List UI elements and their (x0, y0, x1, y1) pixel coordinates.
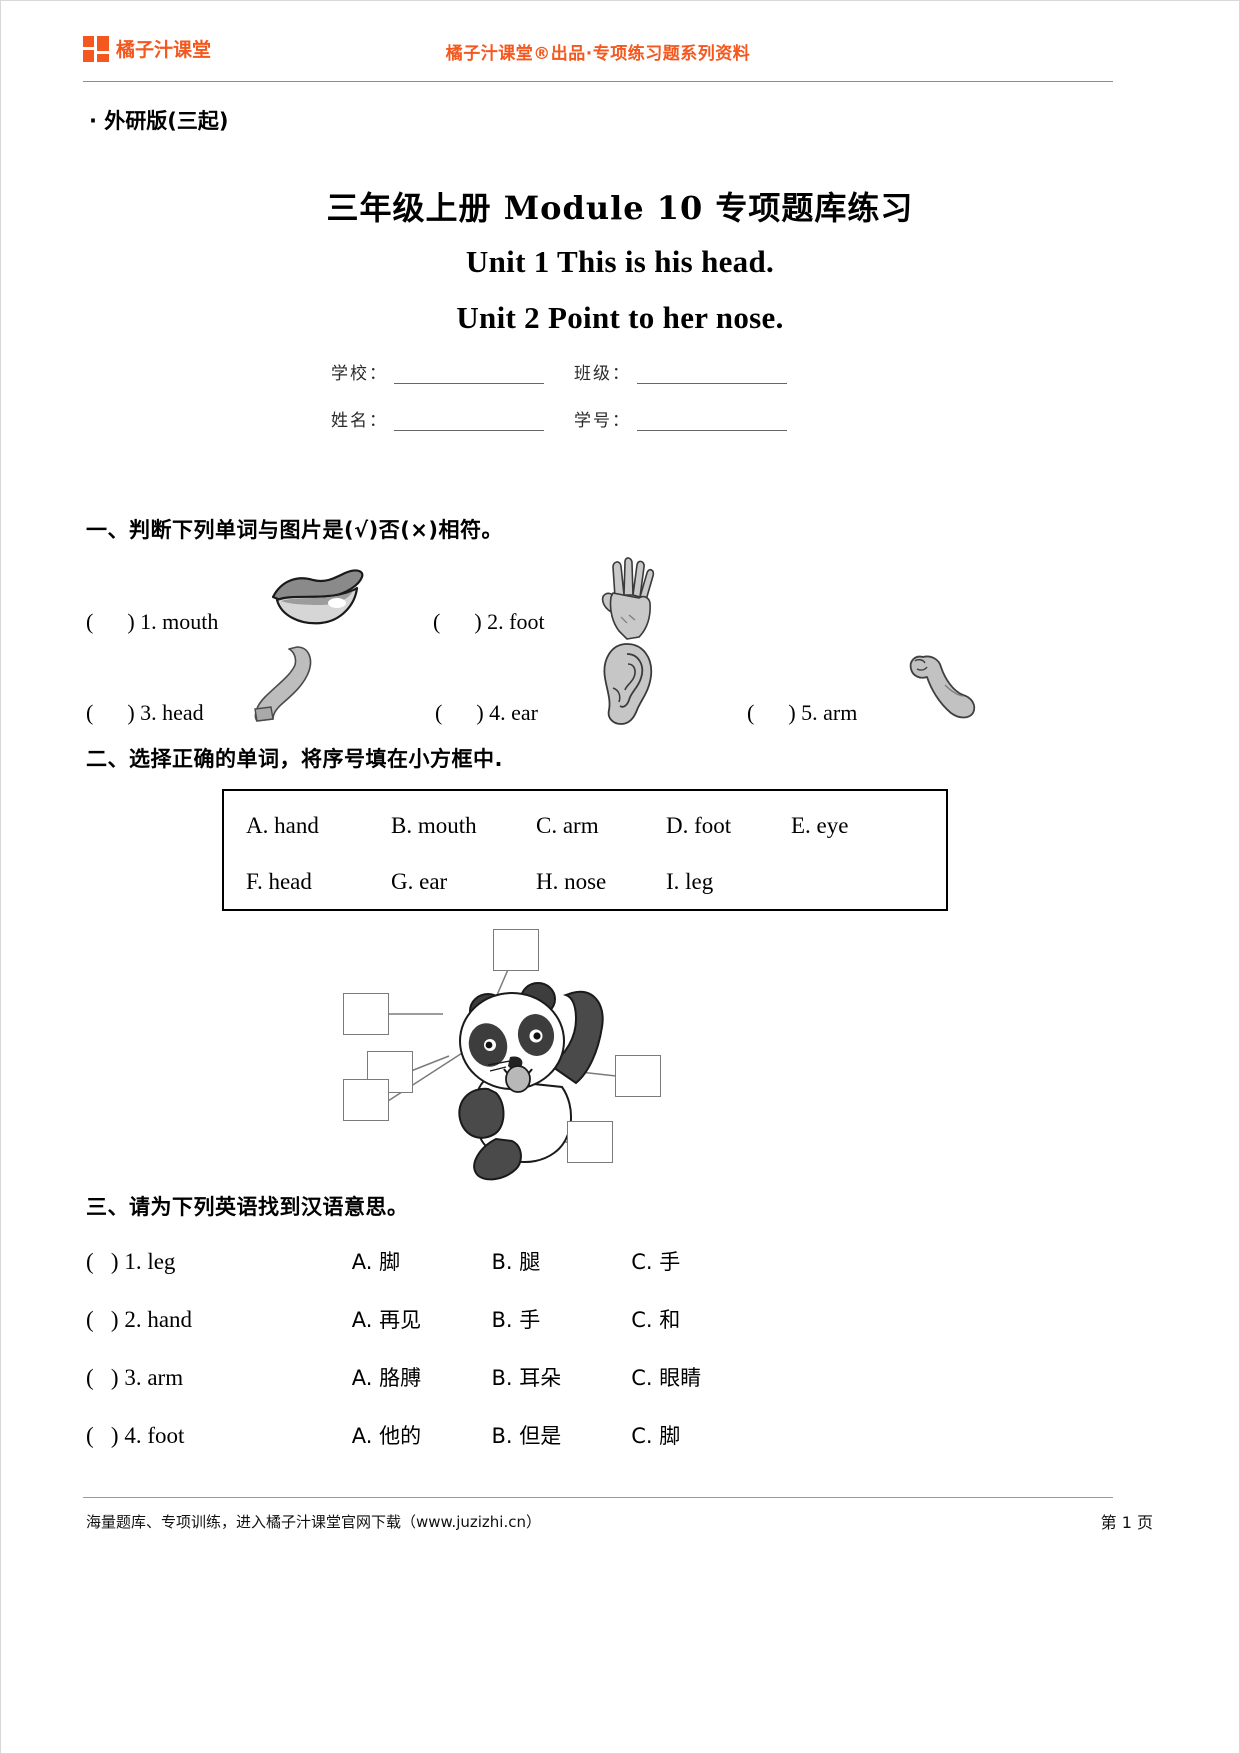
info-row-1: 学校： 班级： (331, 359, 801, 384)
match-1-option-b[interactable]: B. 腿 (492, 1246, 626, 1276)
page-number-label: 第 1 页 (1100, 1513, 1153, 1532)
question-5-num: 5. (801, 700, 818, 725)
word-bank-row-1: A. hand B. mouth C. arm D. foot E. eye (246, 813, 924, 839)
match-4-option-a[interactable]: A. 他的 (352, 1420, 486, 1450)
question-3-num: 3. (140, 700, 157, 725)
label-box-5[interactable] (615, 1055, 661, 1097)
header-divider (83, 81, 1113, 82)
header-tagline: 橘子汁课堂®出品·专项练习题系列资料 (445, 44, 751, 64)
footer-note: 海量题库、专项训练，进入橘子汁课堂官网下载（www.juzizhi.cn） (86, 1513, 541, 1531)
match-4-option-b[interactable]: B. 但是 (492, 1420, 626, 1450)
word-bank-option-e: E. eye (791, 813, 849, 838)
match-4-word: foot (147, 1423, 185, 1448)
question-4-word: ear (511, 700, 539, 725)
unit2-title: Unit 2 Point to her nose. (456, 300, 784, 335)
match-4-prompt[interactable]: ( ) 4. foot (86, 1423, 346, 1449)
flexed-arm-icon (905, 649, 981, 729)
question-2[interactable]: () 2. foot (433, 609, 545, 635)
match-2-word: hand (147, 1307, 193, 1332)
unit1-title: Unit 1 This is his head. (465, 244, 775, 279)
section3-heading: 三、请为下列英语找到汉语意思。 (86, 1195, 409, 1219)
match-2-option-b[interactable]: B. 手 (492, 1304, 626, 1334)
question-5-word: arm (823, 700, 858, 725)
match-3-num: 3. (124, 1365, 142, 1390)
question-2-num: 2. (487, 609, 504, 634)
match-4-option-c[interactable]: C. 脚 (631, 1420, 680, 1450)
match-3-option-b[interactable]: B. 耳朵 (492, 1362, 626, 1392)
label-box-2[interactable] (343, 993, 389, 1035)
answer-blank-1[interactable]: () (86, 609, 135, 634)
info-row-2: 姓名： 学号： (331, 406, 801, 431)
word-bank-option-b: B. mouth (391, 813, 477, 838)
name-input-line[interactable] (394, 415, 544, 431)
question-1-num: 1. (140, 609, 157, 634)
word-bank-option-g: G. ear (391, 869, 448, 894)
match-1-option-a[interactable]: A. 脚 (352, 1246, 486, 1276)
question-1[interactable]: () 1. mouth (86, 609, 218, 635)
page-header: 橘子汁课堂 橘子汁课堂®出品·专项练习题系列资料 (83, 29, 1113, 81)
label-box-4[interactable] (343, 1079, 389, 1121)
question-1-word: mouth (162, 609, 219, 634)
question-3[interactable]: () 3. head (86, 700, 204, 726)
match-3-option-a[interactable]: A. 胳膊 (352, 1362, 486, 1392)
class-label: 班级： (574, 364, 631, 384)
question-4-num: 4. (489, 700, 506, 725)
match-2-num: 2. (124, 1307, 142, 1332)
match-4-num: 4. (124, 1423, 142, 1448)
word-bank-option-h: H. nose (536, 869, 607, 894)
panda-label-diagram (331, 921, 751, 1181)
lips-mouth-icon (267, 567, 367, 629)
student-info-block: 学校： 班级： 姓名： 学号： (331, 359, 801, 453)
name-label: 姓名： (331, 411, 388, 431)
word-bank-box: A. hand B. mouth C. arm D. foot E. eye F… (222, 789, 948, 911)
number-label: 学号： (574, 411, 631, 431)
match-2-option-a[interactable]: A. 再见 (352, 1304, 486, 1334)
match-1-prompt[interactable]: ( ) 1. leg (86, 1249, 346, 1275)
section2-heading: 二、选择正确的单词，将序号填在小方框中. (86, 747, 503, 771)
class-input-line[interactable] (637, 368, 787, 384)
word-bank-option-c: C. arm (536, 813, 599, 838)
match-row-2[interactable]: ( ) 2. hand A. 再见 B. 手 C. 和 (86, 1304, 786, 1334)
answer-blank-2[interactable]: () (433, 609, 482, 634)
answer-blank-3[interactable]: () (86, 700, 135, 725)
ear-icon (597, 642, 657, 728)
match-1-option-c[interactable]: C. 手 (631, 1246, 680, 1276)
page-title: 三年级上册 Module 10 专项题库练习 (326, 189, 914, 227)
word-bank-option-a: A. hand (246, 813, 319, 838)
question-3-word: head (162, 700, 204, 725)
match-3-option-c[interactable]: C. 眼睛 (631, 1362, 701, 1392)
bent-leg-icon (247, 645, 325, 727)
match-row-3[interactable]: ( ) 3. arm A. 胳膊 B. 耳朵 C. 眼睛 (86, 1362, 786, 1392)
match-3-prompt[interactable]: ( ) 3. arm (86, 1365, 346, 1391)
label-box-6[interactable] (567, 1121, 613, 1163)
match-3-word: arm (147, 1365, 184, 1390)
question-2-word: foot (509, 609, 545, 634)
answer-blank-4[interactable]: () (435, 700, 484, 725)
match-2-option-c[interactable]: C. 和 (631, 1304, 680, 1334)
footer-divider (83, 1497, 1113, 1498)
question-4[interactable]: () 4. ear (435, 700, 538, 726)
match-1-num: 1. (124, 1249, 142, 1274)
school-label: 学校： (331, 364, 388, 384)
word-bank-row-2: F. head G. ear H. nose I. leg (246, 869, 924, 895)
label-box-1[interactable] (493, 929, 539, 971)
number-input-line[interactable] (637, 415, 787, 431)
answer-blank-5[interactable]: () (747, 700, 796, 725)
match-row-4[interactable]: ( ) 4. foot A. 他的 B. 但是 C. 脚 (86, 1420, 786, 1450)
edition-label: · 外研版(三起) (89, 109, 229, 133)
open-hand-icon (593, 557, 659, 641)
section1-heading: 一、判断下列单词与图片是(√)否(×)相符。 (86, 518, 503, 542)
match-1-word: leg (147, 1249, 176, 1274)
word-bank-option-f: F. head (246, 869, 312, 894)
question-5[interactable]: () 5. arm (747, 700, 857, 726)
worksheet-page: 橘子汁课堂 橘子汁课堂®出品·专项练习题系列资料 · 外研版(三起) 三年级上册… (0, 0, 1240, 1754)
word-bank-option-i: I. leg (666, 869, 714, 894)
school-input-line[interactable] (394, 368, 544, 384)
match-row-1[interactable]: ( ) 1. leg A. 脚 B. 腿 C. 手 (86, 1246, 786, 1276)
word-bank-option-d: D. foot (666, 813, 732, 838)
match-2-prompt[interactable]: ( ) 2. hand (86, 1307, 346, 1333)
